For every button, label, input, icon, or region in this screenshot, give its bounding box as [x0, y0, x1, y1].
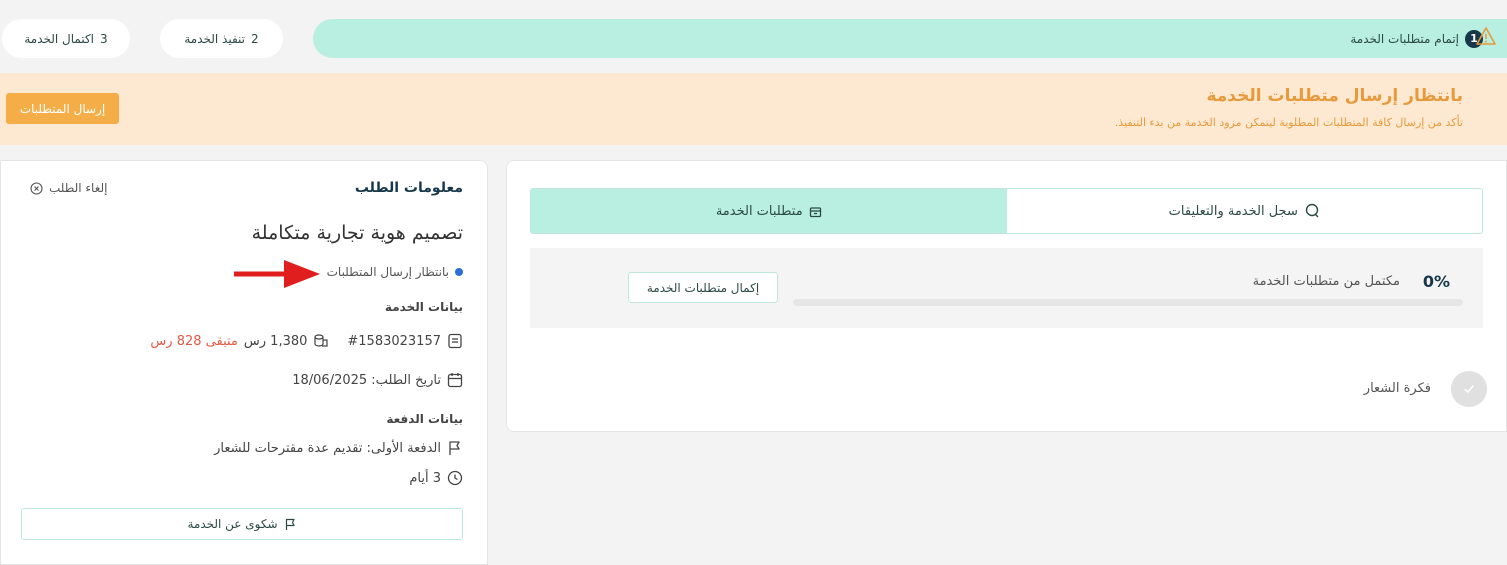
pending-banner [0, 73, 1507, 145]
complaint-label: شكوى عن الخدمة [187, 517, 278, 531]
status-dot [455, 268, 463, 276]
remaining-amount: متبقى 828 رس [150, 333, 238, 349]
coins-icon [313, 333, 329, 349]
chat-icon [1304, 203, 1320, 219]
banner-title: بانتظار إرسال متطلبات الخدمة [1206, 86, 1463, 106]
service-data-label: بيانات الخدمة [384, 300, 463, 314]
flag-icon [447, 440, 463, 456]
tab-service-log-label: سجل الخدمة والتعليقات [1168, 203, 1298, 219]
warning-icon [1475, 25, 1497, 47]
order-status-label: بانتظار إرسال المتطلبات [326, 265, 449, 279]
order-info-panel [0, 160, 488, 565]
order-date: تاريخ الطلب: 18/06/2025 [292, 372, 441, 388]
complete-requirements-button[interactable]: إكمال متطلبات الخدمة [628, 272, 778, 303]
progress-label: مكتمل من متطلبات الخدمة [1252, 274, 1400, 289]
clock-icon [447, 470, 463, 486]
progress-percent: 0% [1422, 272, 1450, 291]
payment-data-label: بيانات الدفعة [386, 412, 463, 426]
duration: 3 أيام [409, 470, 441, 486]
requirement-item-label[interactable]: فكرة الشعار [1364, 381, 1431, 396]
service-data-row: #1583023157 1,380 رس متبقى 828 رس [150, 333, 463, 349]
close-circle-icon [30, 181, 43, 195]
step-3-number: 3 [100, 31, 108, 46]
check-icon [1462, 382, 1476, 396]
order-date-row: تاريخ الطلب: 18/06/2025 [292, 372, 463, 388]
requirement-check-button[interactable] [1451, 371, 1487, 407]
order-price: 1,380 رس [243, 333, 308, 349]
service-tabs: سجل الخدمة والتعليقات متطلبات الخدمة [530, 188, 1483, 234]
box-icon [809, 205, 822, 218]
send-requirements-button[interactable]: إرسال المتطلبات [6, 93, 119, 124]
banner-subtitle: تأكد من إرسال كافة المتطلبات المطلوبة لي… [1114, 116, 1463, 129]
order-title: تصميم هوية تجارية متكاملة [251, 222, 463, 244]
complaint-button[interactable]: شكوى عن الخدمة [21, 508, 463, 540]
step-2[interactable]: 2 تنفيذ الخدمة [160, 19, 283, 58]
tab-service-log[interactable]: سجل الخدمة والتعليقات [1007, 189, 1483, 233]
step-1-active[interactable]: 1 إتمام متطلبات الخدمة [313, 19, 1507, 58]
step-1-label: إتمام متطلبات الخدمة [1350, 31, 1459, 46]
step-3-label: اكتمال الخدمة [24, 31, 95, 46]
flag-icon [284, 518, 297, 531]
step-2-number: 2 [251, 31, 259, 46]
payment-description: الدفعة الأولى: تقديم عدة مقترحات للشعار [214, 440, 441, 456]
red-arrow-annotation [232, 258, 322, 290]
order-info-title: معلومات الطلب [354, 180, 463, 196]
step-3[interactable]: 3 اكتمال الخدمة [2, 19, 130, 58]
receipt-icon [447, 333, 463, 349]
calendar-icon [447, 372, 463, 388]
payment-row: الدفعة الأولى: تقديم عدة مقترحات للشعار [214, 440, 463, 456]
cancel-order-label: إلغاء الطلب [49, 181, 108, 195]
order-id: #1583023157 [347, 333, 441, 349]
tab-service-requirements-label: متطلبات الخدمة [715, 203, 803, 219]
cancel-order-button[interactable]: إلغاء الطلب [30, 181, 107, 195]
progress-bar [793, 299, 1463, 306]
step-2-label: تنفيذ الخدمة [184, 31, 246, 46]
order-status: بانتظار إرسال المتطلبات [327, 265, 463, 279]
duration-row: 3 أيام [409, 470, 463, 486]
tab-service-requirements[interactable]: متطلبات الخدمة [531, 189, 1007, 233]
